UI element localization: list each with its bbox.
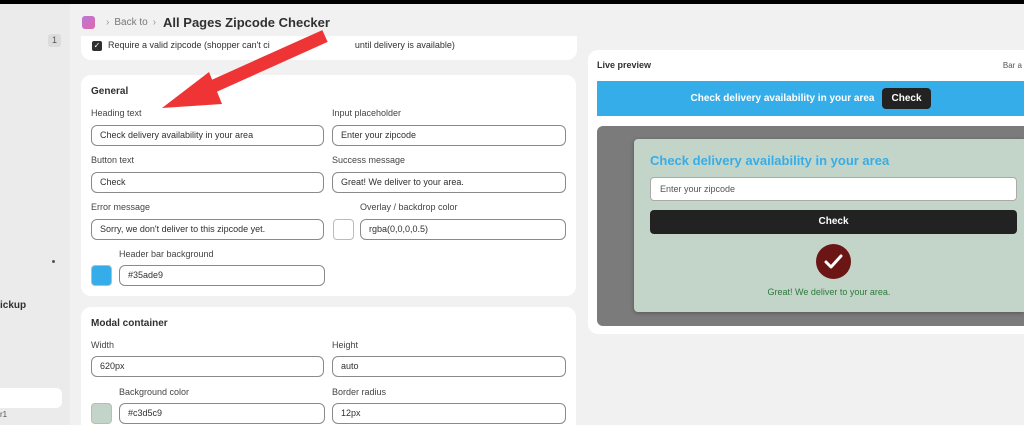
require-zipcode-card: ✓ Require a valid zipcode (shopper can't… (81, 36, 577, 60)
button-text-input[interactable]: Check (91, 172, 324, 193)
background-color-swatch[interactable] (91, 403, 112, 424)
error-message-label: Error message (91, 202, 151, 212)
general-card: General Heading text Check delivery avai… (81, 75, 576, 296)
preview-success-message: Great! We deliver to your area. (767, 287, 891, 297)
preview-modal: Check delivery availability in your area… (634, 139, 1024, 312)
preview-header-bar-text: Check delivery availability in your area (690, 93, 875, 104)
error-message-input[interactable]: Sorry, we don't deliver to this zipcode … (91, 219, 324, 240)
back-link[interactable]: Back to (114, 17, 147, 28)
modal-container-title: Modal container (91, 318, 168, 329)
heading-text-input[interactable]: Check delivery availability in your area (91, 125, 324, 146)
overlay-color-swatch[interactable] (333, 219, 354, 240)
background-color-input[interactable]: #c3d5c9 (119, 403, 325, 424)
sidebar-item-active[interactable] (0, 388, 62, 408)
preview-header-bar: Check delivery availability in your area… (597, 81, 1024, 116)
require-zipcode-checkbox[interactable]: ✓ (92, 41, 102, 51)
live-preview-card: Live preview Bar a Check delivery availa… (588, 50, 1024, 334)
breadcrumb: › Back to › All Pages Zipcode Checker (82, 13, 330, 31)
checkmark-icon: ✓ (93, 41, 101, 50)
background-color-label: Background color (119, 387, 190, 397)
heading-text-label: Heading text (91, 108, 142, 118)
header-bar-background-input[interactable]: #35ade9 (119, 265, 325, 286)
sidebar-item-pickup[interactable]: ickup (0, 300, 26, 311)
chevron-right-icon: › (106, 16, 110, 28)
preview-modal-heading: Check delivery availability in your area (650, 153, 890, 168)
success-message-label: Success message (332, 155, 406, 165)
border-radius-label: Border radius (332, 387, 387, 397)
border-radius-input[interactable]: 12px (332, 403, 566, 424)
success-message-input[interactable]: Great! We deliver to your area. (332, 172, 566, 193)
require-zipcode-label: Require a valid zipcode (shopper can't c… (108, 40, 455, 50)
app-icon (82, 15, 95, 29)
width-label: Width (91, 340, 115, 350)
preview-header-bar-button[interactable]: Check (882, 88, 931, 109)
screen-top-bar (0, 0, 1024, 4)
height-input[interactable]: auto (332, 356, 566, 377)
overlay-color-input[interactable]: rgba(0,0,0,0.5) (360, 219, 566, 240)
sidebar-dot-icon (52, 260, 55, 263)
height-label: Height (332, 340, 359, 350)
modal-container-card: Modal container Width 620px Height auto … (81, 307, 576, 425)
button-text-label: Button text (91, 155, 135, 165)
check-circle-icon (816, 244, 851, 279)
live-preview-tab[interactable]: Bar a (1003, 61, 1022, 70)
overlay-color-label: Overlay / backdrop color (360, 202, 458, 212)
input-placeholder-input[interactable]: Enter your zipcode (332, 125, 566, 146)
preview-zipcode-input[interactable]: Enter your zipcode (650, 177, 1017, 201)
width-input[interactable]: 620px (91, 356, 324, 377)
header-bar-background-label: Header bar background (119, 249, 214, 259)
chevron-right-icon: › (152, 16, 157, 28)
checkmark-icon (824, 254, 843, 269)
preview-check-button[interactable]: Check (650, 210, 1017, 234)
header-bar-background-swatch[interactable] (91, 265, 112, 286)
general-title: General (91, 86, 129, 97)
live-preview-title: Live preview (597, 60, 652, 70)
sidebar-item-last[interactable]: r1 (0, 410, 7, 419)
input-placeholder-label: Input placeholder (332, 108, 402, 118)
sidebar-badge: 1 (48, 34, 61, 47)
sidebar: 1 ickup r1 (0, 4, 70, 425)
page-title: All Pages Zipcode Checker (163, 14, 330, 30)
